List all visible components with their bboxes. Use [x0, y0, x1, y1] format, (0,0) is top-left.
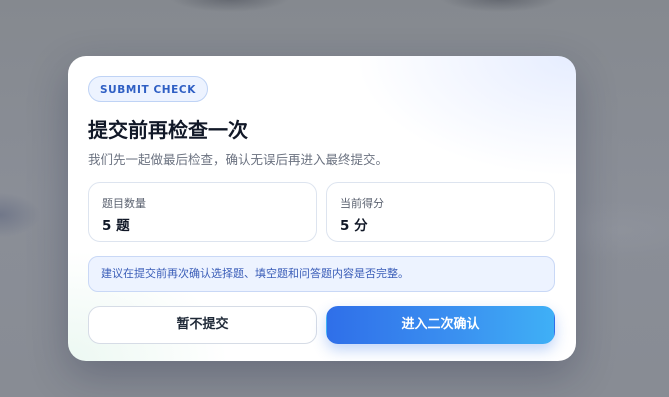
cancel-submit-button[interactable]: 暂不提交 — [88, 306, 317, 344]
review-notice: 建议在提交前再次确认选择题、填空题和问答题内容是否完整。 — [88, 256, 555, 292]
question-count-value: 5 题 — [102, 218, 130, 234]
question-count-card: 题目数量 5 题 — [88, 182, 317, 242]
current-score-value: 5 分 — [340, 218, 368, 234]
dialog-subtitle: 我们先一起做最后检查，确认无误后再进入最终提交。 — [88, 152, 389, 167]
question-count-label: 题目数量 — [102, 197, 146, 210]
submit-check-badge: SUBMIT CHECK — [88, 76, 208, 102]
dialog-title: 提交前再检查一次 — [88, 118, 248, 142]
submit-check-dialog: SUBMIT CHECK 提交前再检查一次 我们先一起做最后检查，确认无误后再进… — [68, 56, 576, 361]
current-score-label: 当前得分 — [340, 197, 384, 210]
current-score-card: 当前得分 5 分 — [326, 182, 555, 242]
second-confirm-button[interactable]: 进入二次确认 — [326, 306, 555, 344]
